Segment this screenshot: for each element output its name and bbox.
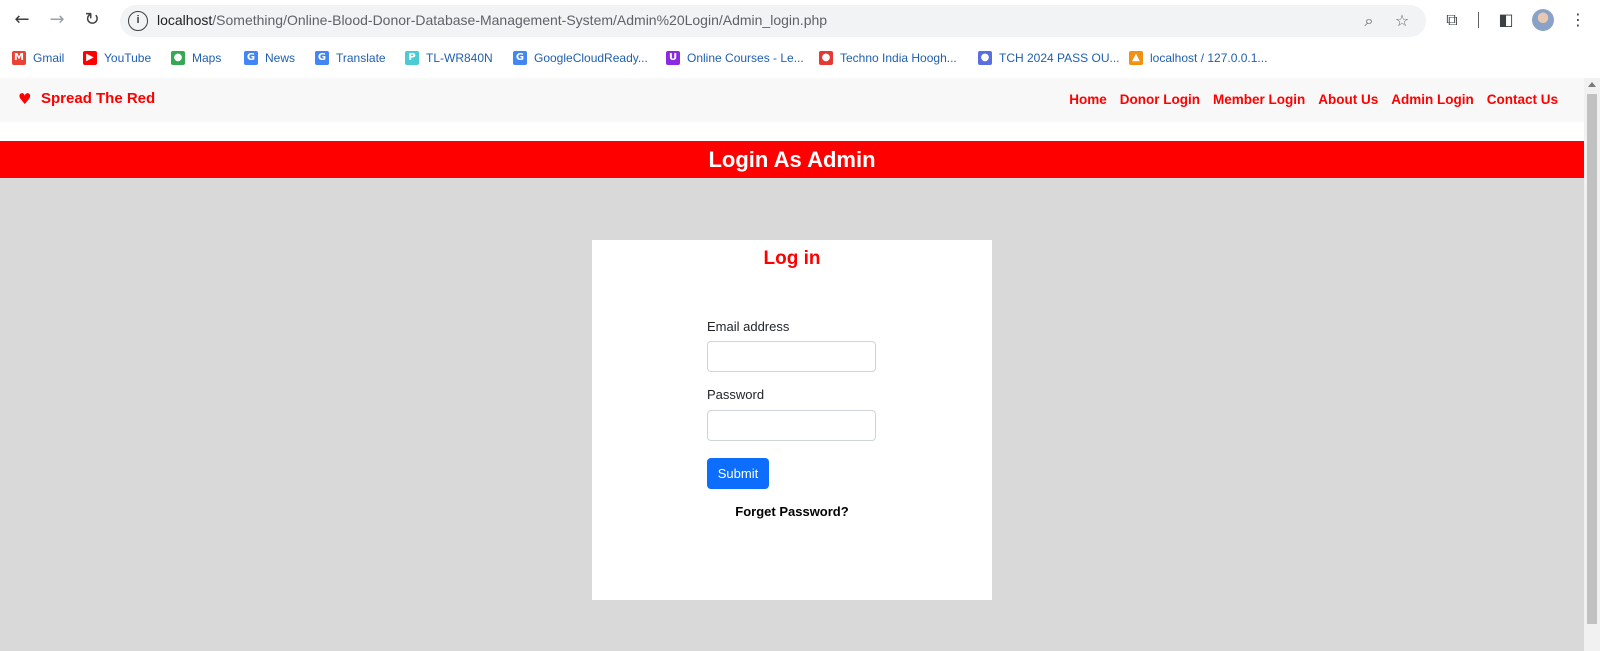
nav-contact-us[interactable]: Contact Us: [1487, 92, 1558, 107]
translate-icon: G: [315, 51, 329, 65]
login-title: Log in: [763, 248, 821, 269]
bookmark-item[interactable]: P TL-WR840N: [405, 48, 493, 68]
bookmarks-bar: M Gmail ▶ YouTube ● Maps G News G Translate P TL-WR…: [0, 44, 1600, 70]
forward-arrow-icon[interactable]: →: [45, 8, 69, 32]
side-panel-icon[interactable]: ◧: [1494, 8, 1518, 32]
password-field[interactable]: [707, 410, 876, 441]
bookmark-item[interactable]: U Online Courses - Le...: [666, 48, 804, 68]
nav-home[interactable]: Home: [1069, 92, 1107, 107]
header-spacer: [0, 122, 1584, 141]
site-navbar: ♥ Spread The Red Home Donor Login Member…: [0, 78, 1584, 122]
bookmark-label: Gmail: [33, 51, 65, 65]
page-scrollbar[interactable]: [1584, 78, 1600, 651]
nav-admin-login[interactable]: Admin Login: [1391, 92, 1473, 107]
phpmyadmin-icon: ▲: [1129, 51, 1143, 65]
nav-donor-login[interactable]: Donor Login: [1120, 92, 1200, 107]
email-field[interactable]: [707, 341, 876, 372]
bookmark-item[interactable]: ▲ localhost / 127.0.0.1...: [1129, 48, 1267, 68]
youtube-icon: ▶: [83, 51, 97, 65]
submit-button[interactable]: Submit: [707, 458, 769, 489]
bookmark-label: TL-WR840N: [426, 51, 493, 65]
nav-member-login[interactable]: Member Login: [1213, 92, 1305, 107]
back-arrow-icon[interactable]: ←: [10, 8, 34, 32]
news-icon: G: [244, 51, 258, 65]
email-label: Email address: [707, 319, 790, 334]
bookmark-label: TCH 2024 PASS OU...: [999, 51, 1120, 65]
bookmark-label: News: [265, 51, 296, 65]
url-text[interactable]: localhost/Something/Online-Blood-Donor-D…: [157, 12, 827, 28]
bookmark-item[interactable]: ● Maps: [171, 48, 221, 68]
url-path: /Something/Online-Blood-Donor-Database-M…: [212, 12, 828, 28]
bookmark-label: Online Courses - Le...: [687, 51, 804, 65]
browser-chrome: ← → ↻ i localhost/Something/Online-Blood…: [0, 0, 1600, 78]
address-bar[interactable]: i localhost/Something/Online-Blood-Donor…: [120, 5, 1426, 37]
password-label: Password: [707, 387, 765, 402]
bookmark-label: Maps: [192, 51, 222, 65]
bookmark-item[interactable]: G GoogleCloudReady...: [513, 48, 648, 68]
maps-icon: ●: [171, 51, 185, 65]
menu-kebab-icon[interactable]: ⋮: [1566, 8, 1590, 32]
bookmark-label: GoogleCloudReady...: [534, 51, 648, 65]
brand-link[interactable]: ♥ Spread The Red: [18, 90, 155, 107]
bookmark-item[interactable]: ● Techno India Hoogh...: [819, 48, 957, 68]
url-host: localhost: [157, 12, 213, 28]
page-banner: Login As Admin: [0, 141, 1584, 178]
bookmark-item[interactable]: ▶ YouTube: [83, 48, 151, 68]
scroll-up-arrow-icon[interactable]: [1588, 82, 1596, 87]
bookmark-label: YouTube: [104, 51, 152, 65]
site-info-icon[interactable]: i: [128, 11, 148, 31]
gmail-icon: M: [12, 51, 26, 65]
reload-icon[interactable]: ↻: [80, 8, 104, 32]
group-icon: ●: [978, 51, 992, 65]
nav-menu: Home Donor Login Member Login About Us A…: [1069, 92, 1558, 107]
page-content: ♥ Spread The Red Home Donor Login Member…: [0, 78, 1584, 651]
login-card: Log in Email address Password Submit For…: [592, 240, 992, 600]
hand-heart-icon: ♥: [18, 89, 32, 108]
zoom-icon[interactable]: ⌕: [1358, 10, 1380, 32]
techno-icon: ●: [819, 51, 833, 65]
profile-avatar[interactable]: [1532, 9, 1554, 31]
bookmark-star-icon[interactable]: ☆: [1391, 10, 1413, 32]
browser-toolbar: ← → ↻ i localhost/Something/Online-Blood…: [0, 0, 1600, 40]
bookmark-item[interactable]: G Translate: [315, 48, 386, 68]
bookmark-item[interactable]: G News: [244, 48, 295, 68]
bookmark-item[interactable]: M Gmail: [12, 48, 64, 68]
extensions-icon[interactable]: ⧉: [1440, 8, 1464, 32]
bookmark-label: localhost / 127.0.0.1...: [1150, 51, 1268, 65]
toolbar-divider: [1478, 12, 1479, 28]
nav-about-us[interactable]: About Us: [1318, 92, 1378, 107]
scroll-thumb[interactable]: [1587, 94, 1597, 624]
tplink-icon: P: [405, 51, 419, 65]
courses-icon: U: [666, 51, 680, 65]
google-icon: G: [513, 51, 527, 65]
bookmark-label: Techno India Hoogh...: [840, 51, 957, 65]
bookmark-item[interactable]: ● TCH 2024 PASS OU...: [978, 48, 1120, 68]
forget-password-link[interactable]: Forget Password?: [592, 504, 992, 519]
bookmark-label: Translate: [336, 51, 386, 65]
brand-name: Spread The Red: [41, 90, 156, 107]
